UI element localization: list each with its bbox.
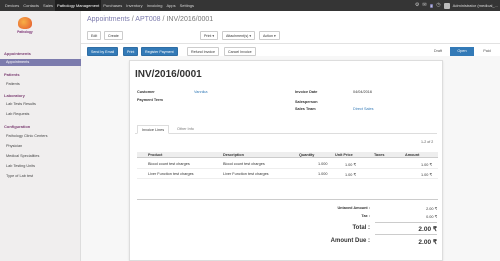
table-body-empty xyxy=(137,170,438,200)
register-payment-button[interactable]: Register Payment xyxy=(141,47,178,56)
column-product[interactable]: Product xyxy=(148,152,162,158)
top-menu: Devices Contacts Sales Pathology Managem… xyxy=(0,0,196,11)
menu-settings[interactable]: Settings xyxy=(178,0,196,11)
breadcrumb-appointments[interactable]: Appointments xyxy=(87,16,130,23)
tab-invoice-lines[interactable]: Invoice Lines xyxy=(137,125,170,134)
menu-inventory[interactable]: Inventory xyxy=(124,0,144,11)
chat-badge: 2 xyxy=(429,3,434,8)
sidebar-item-type-of-lab-test[interactable]: Type of Lab test xyxy=(6,174,33,178)
sidebar-section-laboratory: Laboratory xyxy=(4,93,25,98)
sidebar-item-lab-testing-units[interactable]: Lab Testing Units xyxy=(6,164,35,168)
sidebar-item-medical-specialities[interactable]: Medical Specialities xyxy=(6,154,39,158)
untaxed-amount-value: 2.00 ₹ xyxy=(426,207,437,211)
logo-mark-icon xyxy=(18,17,32,29)
menu-contacts[interactable]: Contacts xyxy=(21,0,41,11)
breadcrumb-current: INV/2016/0001 xyxy=(166,16,214,23)
cancel-invoice-button[interactable]: Cancel Invoice xyxy=(224,47,256,56)
print-dropdown[interactable]: Print ▾ xyxy=(200,31,219,40)
total-label: Total : xyxy=(352,225,370,231)
breadcrumb-separator: / xyxy=(131,16,134,23)
sales-team-value[interactable]: Direct Sales xyxy=(353,107,373,111)
avatar[interactable] xyxy=(443,2,450,9)
totals-divider xyxy=(375,222,437,223)
print-button[interactable]: Print xyxy=(123,47,139,56)
sidebar-item-pathology-clinic-centers[interactable]: Pathology Clinic Centers xyxy=(6,134,48,138)
menu-apps[interactable]: Apps xyxy=(164,0,177,11)
menu-invoicing[interactable]: Invoicing xyxy=(145,0,165,11)
menu-pathology-management[interactable]: Pathology Management xyxy=(55,0,102,11)
amount-due-label: Amount Due : xyxy=(330,238,370,244)
breadcrumb-separator: / xyxy=(162,16,165,23)
invoice-date-label: Invoice Date xyxy=(295,90,318,94)
invoice-date-value[interactable]: 04/04/2016 xyxy=(353,90,372,94)
top-navbar: Devices Contacts Sales Pathology Managem… xyxy=(0,0,500,11)
logo-text: Pathology xyxy=(17,30,33,34)
row-1-unit-price[interactable]: 1.00 ₹ xyxy=(345,162,356,167)
amount-due-value: 2.00 ₹ xyxy=(418,239,437,246)
sidebar-section-patients: Patients xyxy=(4,72,20,77)
menu-sales[interactable]: Sales xyxy=(41,0,55,11)
column-amount[interactable]: Amount xyxy=(405,152,419,158)
chat-icon[interactable]: ✉ xyxy=(422,0,426,11)
sidebar-item-physician[interactable]: Physician xyxy=(6,144,22,148)
row-1-amount: 1.00 ₹ xyxy=(421,163,432,167)
status-paid[interactable]: Paid xyxy=(476,47,498,56)
row-1-product[interactable]: Blood count test charges xyxy=(148,162,190,166)
send-by-email-button[interactable]: Send by Email xyxy=(87,47,119,56)
tab-other-info[interactable]: Other Info xyxy=(173,125,198,134)
top-right-systray: ⚙ ✉ 2 ◷ Administrator (medical_... xyxy=(415,0,498,11)
total-value: 2.00 ₹ xyxy=(418,226,437,233)
column-taxes[interactable]: Taxes xyxy=(374,152,384,158)
sidebar-item-lab-tests-results[interactable]: Lab Tests Results xyxy=(6,102,36,106)
column-description[interactable]: Description xyxy=(223,152,244,158)
pager: 1-2 of 2 xyxy=(421,140,434,144)
customer-label: Customer xyxy=(137,90,155,94)
divider xyxy=(81,43,500,44)
user-menu[interactable]: Administrator (medical_... xyxy=(453,3,498,8)
create-button[interactable]: Create xyxy=(104,31,123,40)
action-dropdown[interactable]: Action ▾ xyxy=(259,31,280,40)
menu-devices[interactable]: Devices xyxy=(3,0,21,11)
row-1-quantity[interactable]: 1.000 xyxy=(318,162,328,166)
column-unit-price[interactable]: Unit Price xyxy=(335,152,353,158)
breadcrumb-appointment[interactable]: APT008 xyxy=(135,16,160,23)
status-draft[interactable]: Draft xyxy=(428,47,448,56)
sidebar-item-patients[interactable]: Patients xyxy=(6,82,20,86)
sales-team-label: Sales Team xyxy=(295,107,316,111)
notebook-tabs: Invoice Lines Other Info xyxy=(135,125,437,134)
table-header xyxy=(137,152,438,158)
salesperson-label: Salesperson xyxy=(295,100,318,104)
company-logo[interactable]: Pathology xyxy=(8,17,42,39)
breadcrumb: Appointments / APT008 / INV/2016/0001 xyxy=(87,16,213,23)
attachments-dropdown[interactable]: Attachment(s) ▾ xyxy=(222,31,256,40)
sidebar-item-lab-requests[interactable]: Lab Requests xyxy=(6,112,29,116)
bug-icon[interactable]: ⚙ xyxy=(415,0,419,11)
row-1-description[interactable]: Blood count test charges xyxy=(223,162,265,166)
refund-invoice-button[interactable]: Refund Invoice xyxy=(187,47,219,56)
edit-button[interactable]: Edit xyxy=(87,31,102,40)
tax-label: Tax : xyxy=(361,214,370,218)
status-open[interactable]: Open xyxy=(450,47,474,56)
column-quantity[interactable]: Quantity xyxy=(299,152,314,158)
totals-divider xyxy=(375,234,437,235)
sidebar-item-appointments[interactable]: Appointments xyxy=(0,59,81,66)
row-divider xyxy=(137,168,438,169)
sidebar-section-appointments: Appointments xyxy=(4,51,31,56)
clock-icon[interactable]: ◷ xyxy=(436,0,440,11)
invoice-number: INV/2016/0001 xyxy=(135,69,202,80)
tax-value: 0.00 ₹ xyxy=(426,215,437,219)
menu-purchases[interactable]: Purchases xyxy=(101,0,124,11)
customer-value[interactable]: Vannika xyxy=(194,90,207,94)
sidebar-section-configuration: Configuration xyxy=(4,124,31,129)
untaxed-amount-label: Untaxed Amount : xyxy=(337,206,370,210)
payment-term-label: Payment Term xyxy=(137,98,163,102)
